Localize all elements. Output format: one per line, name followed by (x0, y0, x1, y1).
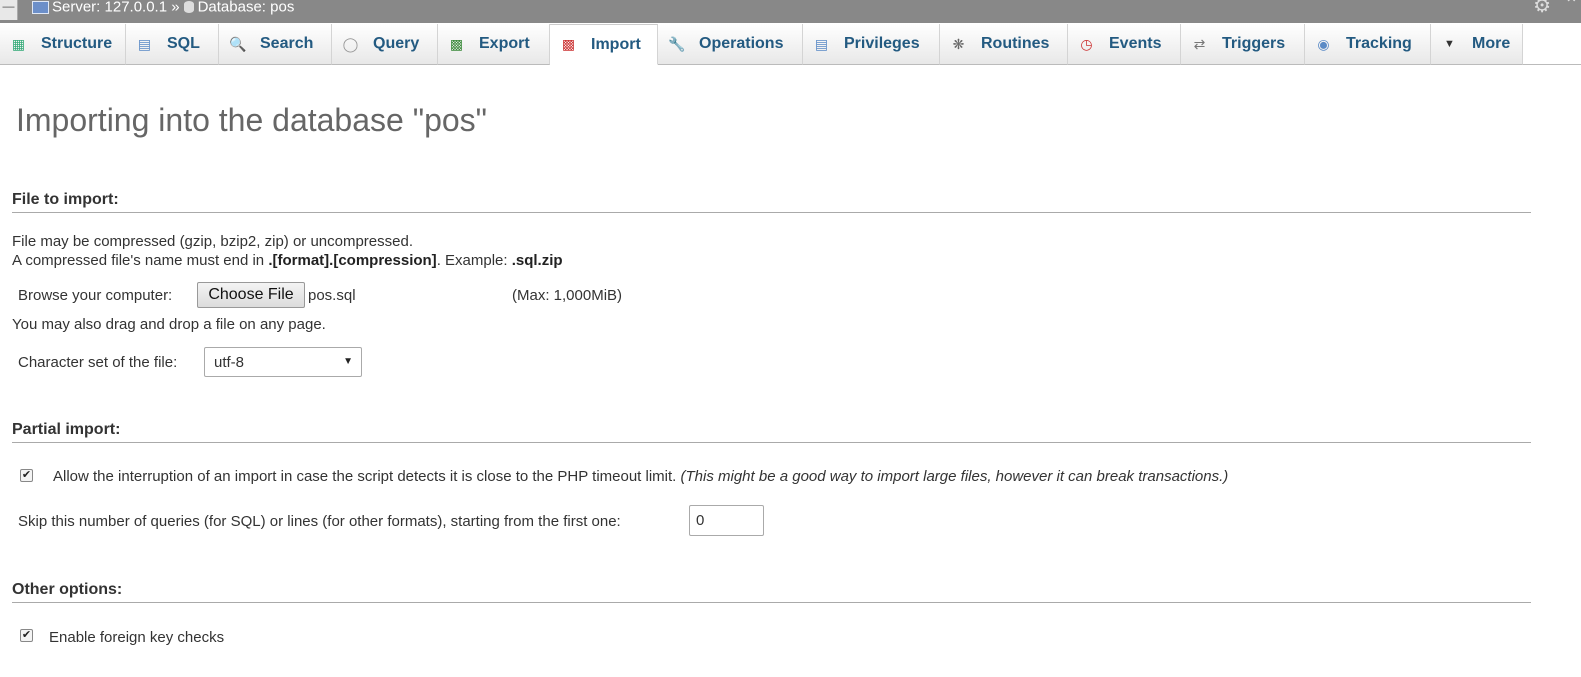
dropdown-arrow-icon: ▼ (343, 356, 353, 367)
import-icon: ▩ (561, 36, 576, 52)
routines-icon: ❋ (952, 35, 965, 52)
tab-label: Query (373, 35, 420, 52)
foreign-key-checks-label[interactable]: Enable foreign key checks (49, 629, 224, 646)
divider (12, 212, 1531, 213)
file-to-import-legend: File to import: (12, 191, 119, 208)
breadcrumb-database[interactable]: Database: pos (198, 0, 295, 16)
tab-label: Events (1109, 35, 1162, 52)
tab-label: Privileges (844, 35, 920, 52)
tab-tracking[interactable]: ◉ Tracking (1305, 24, 1431, 65)
tab-query[interactable]: ◯ Query (332, 24, 438, 65)
breadcrumb: Server: 127.0.0.1 » Database: pos (32, 0, 294, 16)
tab-export[interactable]: ▩ Export (438, 24, 550, 65)
tab-operations[interactable]: 🔧 Operations (658, 24, 803, 65)
collapse-navigation-button[interactable]: — (0, 0, 18, 20)
database-icon (183, 1, 194, 14)
collapse-top-icon[interactable]: ⌃ (1564, 0, 1579, 13)
browse-label: Browse your computer: (18, 287, 173, 304)
clock-icon: ◷ (1080, 35, 1093, 52)
breadcrumb-separator: » (171, 0, 180, 16)
charset-label: Character set of the file: (18, 354, 178, 371)
tab-label: Triggers (1222, 35, 1286, 52)
filename-note-prefix: A compressed file's name must end in (12, 252, 269, 269)
tab-events[interactable]: ◷ Events (1068, 24, 1181, 65)
tab-sql[interactable]: ▤ SQL (126, 24, 219, 65)
tab-triggers[interactable]: ⇄ Triggers (1181, 24, 1305, 65)
tab-bar: ▦ Structure ▤ SQL 🔍 Search ◯ Query ▩ Export ▩… (0, 24, 1581, 66)
divider (12, 442, 1531, 443)
filename-note-example: .sql.zip (511, 252, 563, 269)
tab-more[interactable]: ▼ More (1431, 24, 1523, 65)
chosen-file-name: pos.sql (308, 287, 356, 304)
drag-drop-note: You may also drag and drop a file on any… (12, 316, 326, 333)
breadcrumb-server[interactable]: Server: 127.0.0.1 (52, 0, 167, 16)
tab-import[interactable]: ▩ Import (550, 24, 658, 65)
tab-structure[interactable]: ▦ Structure (0, 24, 126, 65)
tab-bar-filler (1523, 24, 1581, 65)
tab-label: Structure (41, 35, 113, 52)
sql-icon: ▤ (137, 35, 152, 52)
other-options-legend: Other options: (12, 581, 123, 598)
chevron-down-icon: ▼ (1444, 37, 1455, 50)
choose-file-button[interactable]: Choose File (197, 282, 305, 308)
wrench-icon: 🔧 (668, 35, 686, 52)
tab-label: Operations (699, 35, 784, 52)
gear-icon[interactable]: ⚙ (1533, 0, 1551, 16)
filename-note-format: .[format].[compression] (268, 252, 437, 269)
eye-icon: ◉ (1317, 35, 1330, 52)
export-icon: ▩ (449, 35, 464, 52)
privileges-icon: ▤ (814, 35, 829, 52)
divider (12, 602, 1531, 603)
tab-label: Import (591, 35, 641, 53)
tab-search[interactable]: 🔍 Search (219, 24, 332, 65)
foreign-key-checks-checkbox[interactable]: ✔ (20, 629, 33, 642)
skip-queries-input[interactable] (689, 505, 764, 536)
tab-label: Search (260, 35, 314, 52)
search-icon: 🔍 (229, 35, 247, 52)
tab-label: Routines (981, 35, 1050, 52)
tab-label: SQL (167, 35, 200, 52)
max-upload-size: (Max: 1,000MiB) (512, 287, 623, 304)
tab-label: Export (479, 35, 530, 52)
filename-note-middle: . Example: (436, 252, 512, 269)
allow-interrupt-text: Allow the interruption of an import in c… (53, 468, 1228, 485)
tab-label: More (1472, 35, 1511, 52)
partial-import-legend: Partial import: (12, 421, 121, 438)
compression-note: File may be compressed (gzip, bzip2, zip… (12, 233, 414, 250)
page-title: Importing into the database "pos" (16, 102, 488, 138)
top-breadcrumb-bar: — Server: 127.0.0.1 » Database: pos ⚙ ⌃ (0, 0, 1581, 23)
tab-privileges[interactable]: ▤ Privileges (803, 24, 940, 65)
charset-select[interactable]: utf-8 ▼ (204, 347, 362, 377)
query-icon: ◯ (342, 35, 359, 52)
filename-note: A compressed file's name must end in .[f… (12, 252, 563, 269)
structure-icon: ▦ (11, 35, 26, 52)
allow-interrupt-hint: (This might be a good way to import larg… (680, 468, 1229, 485)
server-icon (32, 0, 49, 14)
skip-queries-label: Skip this number of queries (for SQL) or… (18, 513, 621, 530)
tab-routines[interactable]: ❋ Routines (940, 24, 1068, 65)
tab-label: Tracking (1346, 35, 1412, 52)
allow-interrupt-label[interactable]: Allow the interruption of an import in c… (53, 468, 676, 485)
allow-interrupt-checkbox[interactable]: ✔ (20, 469, 33, 482)
triggers-icon: ⇄ (1193, 35, 1206, 52)
charset-value: utf-8 (214, 354, 245, 371)
